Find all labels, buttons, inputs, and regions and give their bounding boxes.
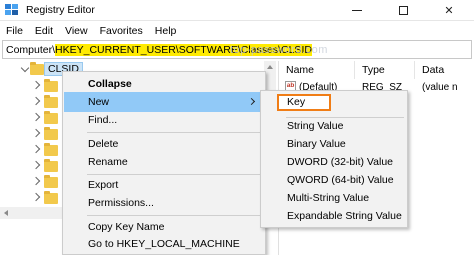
menu-item-goto-hklm[interactable]: Go to HKEY_LOCAL_MACHINE [64, 234, 264, 254]
submenu-item-expandable-string-value[interactable]: Expandable String Value [262, 207, 406, 226]
chevron-right-icon[interactable] [31, 192, 41, 202]
menu-help[interactable]: Help [149, 25, 183, 37]
chevron-right-icon[interactable] [31, 128, 41, 138]
menu-favorites[interactable]: Favorites [94, 25, 149, 37]
submenu-item-string-value[interactable]: String Value [262, 117, 406, 136]
folder-icon [30, 62, 44, 75]
folder-icon [44, 95, 58, 108]
menu-view[interactable]: View [59, 25, 94, 37]
chevron-down-icon[interactable] [20, 63, 30, 73]
menu-file[interactable]: File [0, 25, 29, 37]
folder-icon [44, 79, 58, 92]
close-icon: ✕ [444, 5, 454, 17]
value-data: (value n [422, 82, 458, 93]
submenu-item-multi-string-value[interactable]: Multi-String Value [262, 189, 406, 208]
column-header-data[interactable]: Data [415, 61, 474, 79]
maximize-button[interactable] [380, 0, 426, 21]
column-header-type[interactable]: Type [355, 61, 415, 79]
folder-icon [44, 143, 58, 156]
maximize-icon [398, 6, 408, 15]
close-button[interactable]: ✕ [426, 0, 472, 21]
chevron-right-icon[interactable] [31, 160, 41, 170]
folder-icon [44, 159, 58, 172]
new-submenu: Key String Value Binary Value DWORD (32-… [260, 90, 408, 228]
submenu-item-binary-value[interactable]: Binary Value [262, 135, 406, 154]
menu-item-export[interactable]: Export [64, 175, 264, 195]
chevron-right-icon[interactable] [31, 96, 41, 106]
menu-edit[interactable]: Edit [29, 25, 59, 37]
scroll-left-icon[interactable] [4, 210, 8, 216]
folder-icon [44, 175, 58, 188]
window-title: Registry Editor [26, 4, 95, 16]
chevron-right-icon [247, 97, 256, 106]
menu-item-collapse[interactable]: Collapse [64, 74, 264, 94]
menu-item-new[interactable]: New [64, 92, 264, 112]
watermark: top-password.com [230, 44, 328, 56]
menu-separator [87, 215, 263, 216]
folder-icon [44, 127, 58, 140]
menu-item-find[interactable]: Find... [64, 110, 264, 130]
address-prefix: Computer\ [6, 43, 56, 56]
submenu-item-dword-value[interactable]: DWORD (32-bit) Value [262, 153, 406, 172]
menu-item-new-label: New [88, 96, 110, 108]
column-header-name[interactable]: Name [279, 61, 355, 79]
registry-editor-icon [5, 4, 18, 15]
menu-bar: File Edit View Favorites Help [0, 22, 474, 40]
minimize-button[interactable] [334, 0, 380, 21]
folder-icon [44, 111, 58, 124]
menu-item-permissions[interactable]: Permissions... [64, 193, 264, 213]
menu-separator [87, 132, 263, 133]
submenu-item-key[interactable]: Key [277, 94, 331, 111]
submenu-item-qword-value[interactable]: QWORD (64-bit) Value [262, 171, 406, 190]
minimize-icon [352, 10, 362, 11]
menu-item-delete[interactable]: Delete [64, 134, 264, 154]
scroll-up-icon[interactable] [267, 65, 273, 69]
chevron-right-icon[interactable] [31, 80, 41, 90]
menu-item-rename[interactable]: Rename [64, 152, 264, 172]
folder-icon [44, 191, 58, 204]
context-menu: Collapse New Find... Delete Rename Expor… [62, 71, 266, 255]
chevron-right-icon[interactable] [31, 112, 41, 122]
chevron-right-icon[interactable] [31, 176, 41, 186]
chevron-right-icon[interactable] [31, 144, 41, 154]
title-bar: Registry Editor ✕ [0, 0, 474, 21]
